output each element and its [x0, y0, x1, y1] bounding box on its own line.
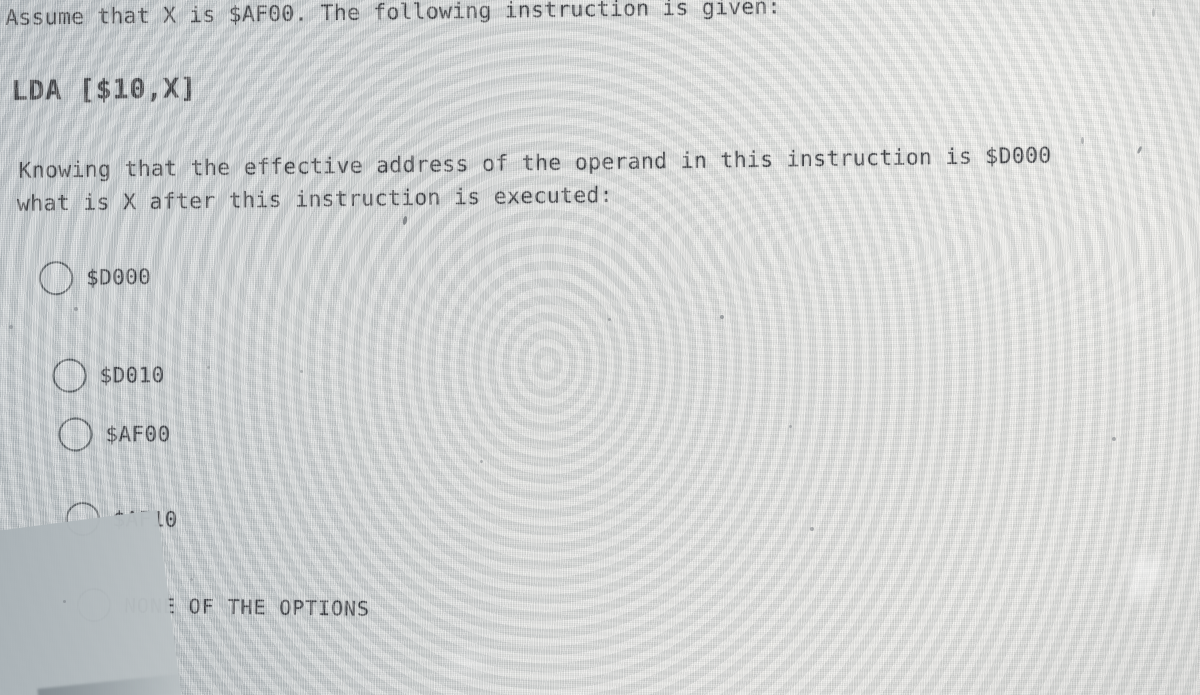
- answer-option-label: $AF00: [105, 422, 171, 447]
- answer-option-af10[interactable]: $AF10: [65, 502, 178, 537]
- answer-option-d010[interactable]: $D010: [52, 358, 165, 393]
- answer-option-label: NONE OF THE OPTIONS: [123, 593, 371, 621]
- answer-option-label: $AF10: [112, 507, 178, 532]
- answer-option-d000[interactable]: $D000: [38, 260, 152, 296]
- answer-option-none[interactable]: NONE OF THE OPTIONS: [76, 587, 371, 626]
- answer-option-af00[interactable]: $AF00: [58, 417, 171, 452]
- quiz-page: Assume that X is $AF00. The following in…: [0, 0, 1200, 695]
- assembly-instruction: LDA [$10,X]: [11, 73, 197, 107]
- question-prompt-line-1: Knowing that the effective address of th…: [18, 143, 1052, 184]
- radio-button-d000[interactable]: [38, 260, 74, 296]
- answer-option-label: $D010: [99, 363, 165, 388]
- question-intro: Assume that X is $AF00. The following in…: [5, 0, 781, 31]
- radio-button-af00[interactable]: [58, 417, 93, 452]
- question-prompt-line-2: what is X after this instruction is exec…: [16, 182, 614, 217]
- radio-button-none[interactable]: [76, 587, 112, 623]
- answer-option-label: $D000: [85, 264, 152, 290]
- radio-button-af10[interactable]: [65, 502, 100, 537]
- radio-button-d010[interactable]: [52, 358, 87, 393]
- screen-photo: Assume that X is $AF00. The following in…: [0, 0, 1200, 695]
